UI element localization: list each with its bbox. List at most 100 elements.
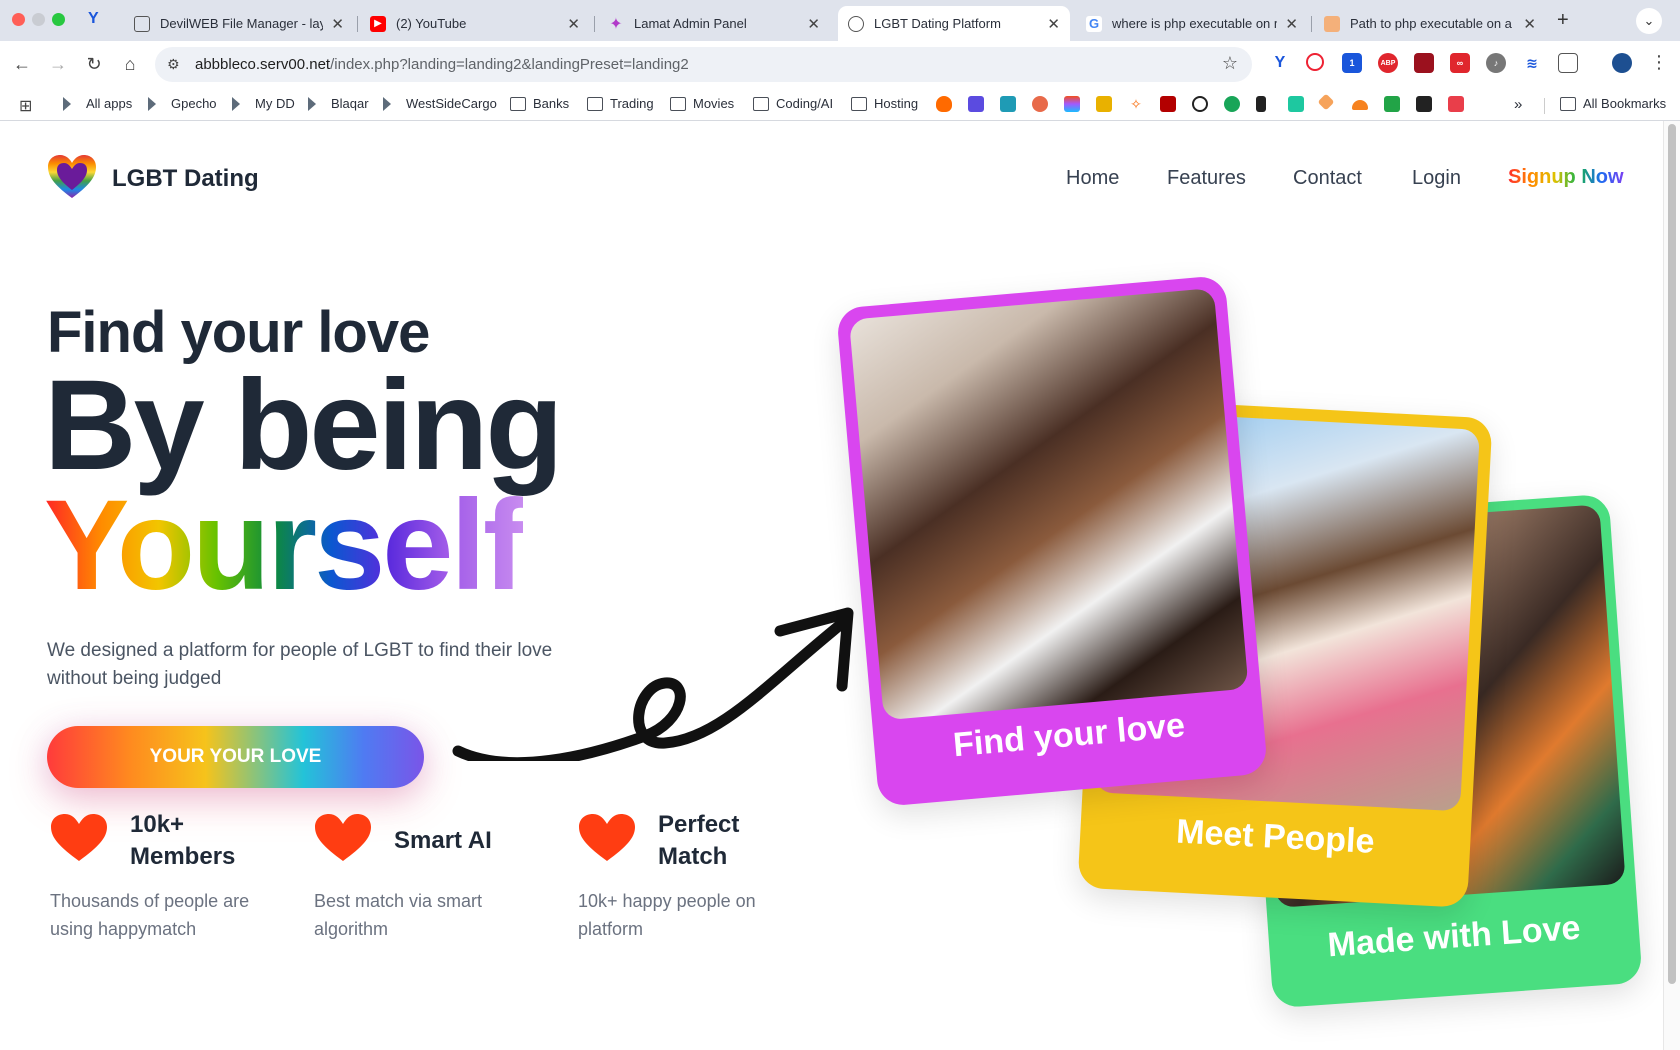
apps-grid-icon[interactable]: ⊞: [19, 96, 32, 116]
bookmark-ball-icon[interactable]: [1192, 96, 1208, 112]
reload-icon[interactable]: ↻: [82, 52, 106, 76]
globe-icon: [848, 15, 864, 32]
maximize-window-button[interactable]: [52, 13, 65, 26]
new-tab-button[interactable]: +: [1557, 9, 1569, 32]
close-tab-icon[interactable]: ✕: [567, 15, 580, 33]
forward-icon[interactable]: →: [46, 52, 70, 76]
bookmark-site-icon[interactable]: [1032, 96, 1048, 112]
address-bar[interactable]: ⚙ abbbleco.serv00.net/index.php?landing=…: [155, 47, 1252, 82]
feature-title: Perfect Match: [658, 811, 740, 870]
rainbow-heart-logo-icon[interactable]: [47, 154, 97, 200]
bookmark-folder-banks[interactable]: Banks: [510, 96, 569, 111]
bookmark-blaqar[interactable]: Blaqar: [308, 96, 369, 111]
bookmark-folder-movies[interactable]: Movies: [670, 96, 734, 111]
google-icon: G: [1086, 15, 1102, 32]
extension-y-icon[interactable]: Y: [1270, 53, 1290, 73]
extension-wave-icon[interactable]: ≋: [1522, 53, 1542, 73]
tab-php-path[interactable]: Path to php executable on a m ✕: [1314, 6, 1546, 41]
nav-login[interactable]: Login: [1412, 167, 1461, 190]
bookmark-gpecho[interactable]: Gpecho: [148, 96, 217, 111]
adblock-plus-icon[interactable]: ABP: [1378, 53, 1398, 73]
heart-icon: [579, 814, 635, 861]
bookmark-site-icon[interactable]: [1288, 96, 1304, 112]
sparkle-icon: ✦: [609, 15, 623, 33]
folder-icon: [670, 96, 686, 111]
bookmark-ts-icon[interactable]: [1160, 96, 1176, 112]
bookmark-folder-trading[interactable]: Trading: [587, 96, 654, 111]
bookmark-site-icon[interactable]: [1224, 96, 1240, 112]
site-info-icon[interactable]: ⚙: [167, 56, 187, 73]
bookmark-fire-icon[interactable]: [936, 96, 952, 112]
all-bookmarks-button[interactable]: All Bookmarks: [1560, 96, 1666, 111]
bookmark-site-icon[interactable]: ✧: [1128, 96, 1144, 112]
bookmark-my-dd[interactable]: My DD: [232, 96, 295, 111]
figma-icon[interactable]: [1064, 96, 1080, 112]
nav-home[interactable]: Home: [1066, 167, 1119, 190]
bookmark-star-icon[interactable]: ☆: [1222, 53, 1238, 74]
close-tab-icon[interactable]: ✕: [331, 15, 344, 33]
tab-google-search[interactable]: G where is php executable on m ✕: [1076, 6, 1308, 41]
minimize-window-button[interactable]: [32, 13, 45, 26]
heart-icon: [315, 814, 371, 861]
folder-icon: [587, 96, 603, 111]
feature-description: Best match via smart algorithm: [314, 891, 483, 939]
folder-icon: [753, 96, 769, 111]
youtube-icon: ▶: [370, 15, 386, 32]
home-icon[interactable]: ⌂: [118, 52, 142, 76]
bookmark-site-icon[interactable]: [1416, 96, 1432, 112]
photo-couple-embracing: [848, 287, 1249, 721]
find-love-cta-button[interactable]: YOUR YOUR LOVE: [47, 726, 424, 788]
pinned-tab-icon[interactable]: Y: [88, 10, 99, 28]
scrollbar-thumb[interactable]: [1668, 124, 1676, 984]
folder-icon: [1560, 96, 1576, 111]
card-caption: Meet People: [1175, 812, 1376, 861]
folder-icon: [851, 96, 867, 111]
bookmark-folder-hosting[interactable]: Hosting: [851, 96, 918, 111]
bookmark-site-icon[interactable]: [1096, 96, 1112, 112]
feature-title: 10k+ Members: [130, 811, 236, 870]
stackexchange-icon: [1324, 15, 1340, 32]
close-tab-icon[interactable]: ✕: [1285, 15, 1298, 33]
close-tab-icon[interactable]: ✕: [807, 15, 820, 33]
bookmark-site-icon[interactable]: [1256, 96, 1266, 112]
page-viewport: LGBT Dating Home Features Contact Login …: [0, 121, 1663, 1050]
bookmark-site-icon[interactable]: [968, 96, 984, 112]
folder-icon: [510, 96, 526, 111]
extension-music-icon[interactable]: ♪: [1486, 53, 1506, 73]
extensions-puzzle-icon[interactable]: [1558, 53, 1578, 73]
card-caption: Made with Love: [1326, 908, 1582, 965]
bookmark-folder-coding-ai[interactable]: Coding/AI: [753, 96, 833, 111]
curly-arrow-icon: [452, 607, 854, 761]
bookmark-site-icon[interactable]: [1384, 96, 1400, 112]
extension-infinity-icon[interactable]: ∞: [1450, 53, 1470, 73]
tab-lamat-admin[interactable]: ✦ Lamat Admin Panel ✕: [598, 6, 830, 41]
back-icon[interactable]: ←: [10, 52, 34, 76]
feature-description: Thousands of people are using happymatch: [50, 891, 250, 939]
extension-block-icon[interactable]: [1306, 53, 1324, 71]
brand-name[interactable]: LGBT Dating: [112, 165, 259, 193]
feature-description: 10k+ happy people on platform: [578, 891, 756, 939]
tab-search-button[interactable]: ⌄: [1636, 8, 1662, 34]
photo-card-find-your-love[interactable]: Find your love: [835, 274, 1269, 808]
close-window-button[interactable]: [12, 13, 25, 26]
bookmarks-overflow-button[interactable]: »: [1514, 96, 1522, 113]
menu-dots-icon[interactable]: ⋮: [1650, 52, 1668, 73]
tab-devilweb[interactable]: DevilWEB File Manager - layo ✕: [124, 6, 354, 41]
nav-features[interactable]: Features: [1167, 167, 1246, 190]
extension-badge-icon[interactable]: 1: [1342, 53, 1362, 73]
cloudflare-icon[interactable]: [1352, 100, 1368, 110]
ublock-icon[interactable]: [1414, 53, 1434, 73]
url-host: abbbleco.serv00.net: [195, 56, 331, 73]
profile-avatar[interactable]: [1612, 53, 1632, 73]
url-path: /index.php?landing=landing2&landingPrese…: [330, 56, 689, 73]
nav-contact[interactable]: Contact: [1293, 167, 1362, 190]
bookmark-site-icon[interactable]: [1448, 96, 1464, 112]
signup-now-link[interactable]: Signup Now: [1508, 166, 1624, 189]
bookmark-site-icon[interactable]: [1000, 96, 1016, 112]
bookmark-all-apps[interactable]: All apps: [63, 96, 132, 111]
bookmark-westsidecargo[interactable]: WestSideCargo: [383, 96, 497, 111]
tab-youtube[interactable]: ▶ (2) YouTube ✕: [360, 6, 590, 41]
tab-lgbt-dating[interactable]: LGBT Dating Platform ✕: [838, 6, 1070, 41]
close-tab-icon[interactable]: ✕: [1047, 15, 1060, 33]
close-tab-icon[interactable]: ✕: [1523, 15, 1536, 33]
